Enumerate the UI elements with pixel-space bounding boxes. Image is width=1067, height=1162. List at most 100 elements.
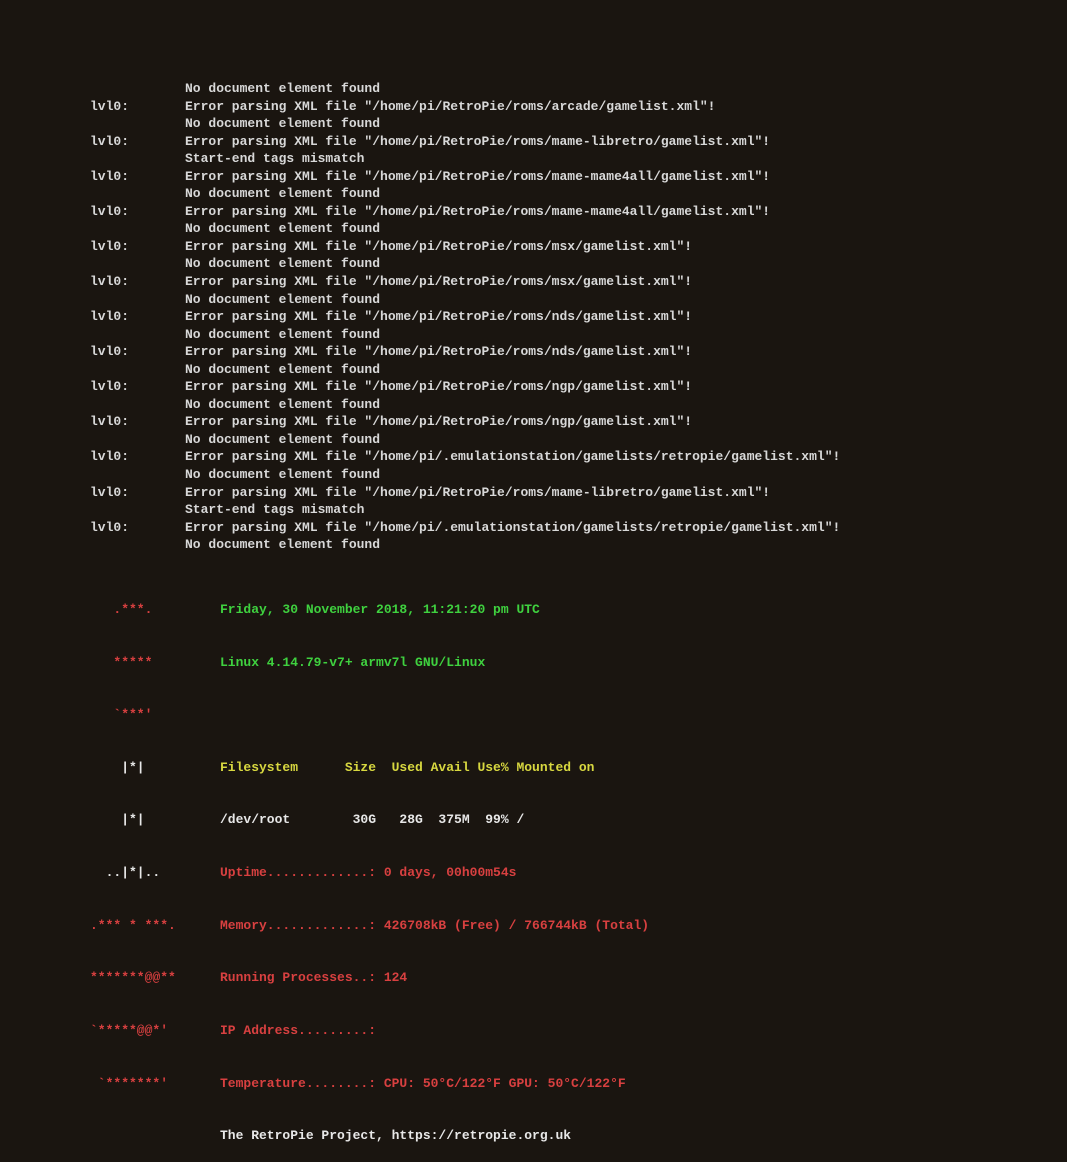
filesystem-header: Filesystem Size Used Avail Use% Mounted … <box>220 759 594 777</box>
log-line: lvl0:Error parsing XML file "/home/pi/Re… <box>90 238 1067 256</box>
datetime-text: Friday, 30 November 2018, 11:21:20 pm UT… <box>220 601 540 619</box>
log-prefix: lvl0: <box>90 133 185 151</box>
log-line: lvl0:Error parsing XML file "/home/pi/Re… <box>90 343 1067 361</box>
log-line: lvl0:Error parsing XML file "/home/pi/Re… <box>90 168 1067 186</box>
log-prefix <box>90 220 185 238</box>
log-message: Error parsing XML file "/home/pi/RetroPi… <box>185 203 1067 221</box>
log-line: No document element found <box>90 326 1067 344</box>
log-prefix <box>90 291 185 309</box>
log-prefix: lvl0: <box>90 238 185 256</box>
log-line: No document element found <box>90 185 1067 203</box>
log-message: Start-end tags mismatch <box>185 150 1067 168</box>
log-message: Error parsing XML file "/home/pi/RetroPi… <box>185 273 1067 291</box>
log-line: No document element found <box>90 396 1067 414</box>
ascii-art-line: `*******' <box>90 1075 220 1093</box>
log-prefix: lvl0: <box>90 413 185 431</box>
log-prefix: lvl0: <box>90 308 185 326</box>
log-message: Error parsing XML file "/home/pi/RetroPi… <box>185 98 1067 116</box>
ascii-art-line: .*** * ***. <box>90 917 220 935</box>
log-line: lvl0:Error parsing XML file "/home/pi/Re… <box>90 203 1067 221</box>
ascii-art-line: |*| <box>90 811 220 829</box>
log-prefix: lvl0: <box>90 203 185 221</box>
uptime-value: 0 days, 00h00m54s <box>384 864 517 882</box>
log-prefix <box>90 326 185 344</box>
log-prefix <box>90 150 185 168</box>
memory-label: Memory.............: <box>220 917 384 935</box>
log-message: No document element found <box>185 255 1067 273</box>
log-line: No document element found <box>90 466 1067 484</box>
log-line: No document element found <box>90 431 1067 449</box>
boot-log: No document element foundlvl0:Error pars… <box>90 80 1067 554</box>
log-prefix <box>90 361 185 379</box>
log-message: No document element found <box>185 536 1067 554</box>
log-message: No document element found <box>185 361 1067 379</box>
log-line: No document element found <box>90 220 1067 238</box>
ascii-art-line: `*****@@*' <box>90 1022 220 1040</box>
log-prefix <box>90 466 185 484</box>
log-message: No document element found <box>185 466 1067 484</box>
log-line: No document element found <box>90 255 1067 273</box>
log-prefix <box>90 431 185 449</box>
log-message: No document element found <box>185 326 1067 344</box>
log-line: lvl0:Error parsing XML file "/home/pi/Re… <box>90 273 1067 291</box>
log-message: Error parsing XML file "/home/pi/.emulat… <box>185 448 1067 466</box>
system-info-block: .***. Friday, 30 November 2018, 11:21:20… <box>90 566 1067 1162</box>
kernel-text: Linux 4.14.79-v7+ armv7l GNU/Linux <box>220 654 485 672</box>
filesystem-row: /dev/root 30G 28G 375M 99% / <box>220 811 524 829</box>
log-message: No document element found <box>185 431 1067 449</box>
log-prefix <box>90 536 185 554</box>
log-prefix: lvl0: <box>90 168 185 186</box>
uptime-label: Uptime.............: <box>220 864 384 882</box>
log-line: lvl0:Error parsing XML file "/home/pi/Re… <box>90 98 1067 116</box>
ascii-art-line <box>90 1127 220 1145</box>
log-prefix <box>90 185 185 203</box>
log-line: No document element found <box>90 80 1067 98</box>
log-prefix: lvl0: <box>90 448 185 466</box>
blank-line <box>220 706 228 724</box>
log-line: lvl0:Error parsing XML file "/home/pi/Re… <box>90 133 1067 151</box>
log-prefix: lvl0: <box>90 273 185 291</box>
log-message: No document element found <box>185 291 1067 309</box>
log-message: No document element found <box>185 115 1067 133</box>
log-message: Error parsing XML file "/home/pi/RetroPi… <box>185 378 1067 396</box>
ascii-art-line: `***' <box>90 706 220 724</box>
temperature-label: Temperature........: <box>220 1075 384 1093</box>
log-message: Start-end tags mismatch <box>185 501 1067 519</box>
log-line: Start-end tags mismatch <box>90 501 1067 519</box>
log-line: lvl0:Error parsing XML file "/home/pi/.e… <box>90 448 1067 466</box>
log-prefix <box>90 396 185 414</box>
log-prefix: lvl0: <box>90 519 185 537</box>
log-message: No document element found <box>185 185 1067 203</box>
log-prefix: lvl0: <box>90 378 185 396</box>
log-line: No document element found <box>90 536 1067 554</box>
processes-label: Running Processes..: <box>220 969 384 987</box>
log-message: No document element found <box>185 220 1067 238</box>
ascii-art-line: ***** <box>90 654 220 672</box>
log-message: Error parsing XML file "/home/pi/RetroPi… <box>185 413 1067 431</box>
ascii-art-line: |*| <box>90 759 220 777</box>
log-message: Error parsing XML file "/home/pi/RetroPi… <box>185 133 1067 151</box>
log-message: Error parsing XML file "/home/pi/RetroPi… <box>185 343 1067 361</box>
log-line: lvl0:Error parsing XML file "/home/pi/Re… <box>90 308 1067 326</box>
log-line: lvl0:Error parsing XML file "/home/pi/Re… <box>90 413 1067 431</box>
log-line: No document element found <box>90 361 1067 379</box>
log-message: No document element found <box>185 396 1067 414</box>
memory-value: 426708kB (Free) / 766744kB (Total) <box>384 917 649 935</box>
log-line: lvl0:Error parsing XML file "/home/pi/Re… <box>90 484 1067 502</box>
log-prefix <box>90 115 185 133</box>
footer-text: The RetroPie Project, https://retropie.o… <box>220 1127 571 1145</box>
log-prefix <box>90 501 185 519</box>
log-line: Start-end tags mismatch <box>90 150 1067 168</box>
log-prefix: lvl0: <box>90 98 185 116</box>
log-message: Error parsing XML file "/home/pi/RetroPi… <box>185 308 1067 326</box>
temperature-value: CPU: 50°C/122°F GPU: 50°C/122°F <box>384 1075 626 1093</box>
ascii-art-line: .***. <box>90 601 220 619</box>
processes-value: 124 <box>384 969 407 987</box>
log-message: Error parsing XML file "/home/pi/.emulat… <box>185 519 1067 537</box>
log-prefix: lvl0: <box>90 484 185 502</box>
log-message: Error parsing XML file "/home/pi/RetroPi… <box>185 484 1067 502</box>
log-message: Error parsing XML file "/home/pi/RetroPi… <box>185 168 1067 186</box>
log-message: No document element found <box>185 80 1067 98</box>
log-message: Error parsing XML file "/home/pi/RetroPi… <box>185 238 1067 256</box>
log-line: No document element found <box>90 291 1067 309</box>
